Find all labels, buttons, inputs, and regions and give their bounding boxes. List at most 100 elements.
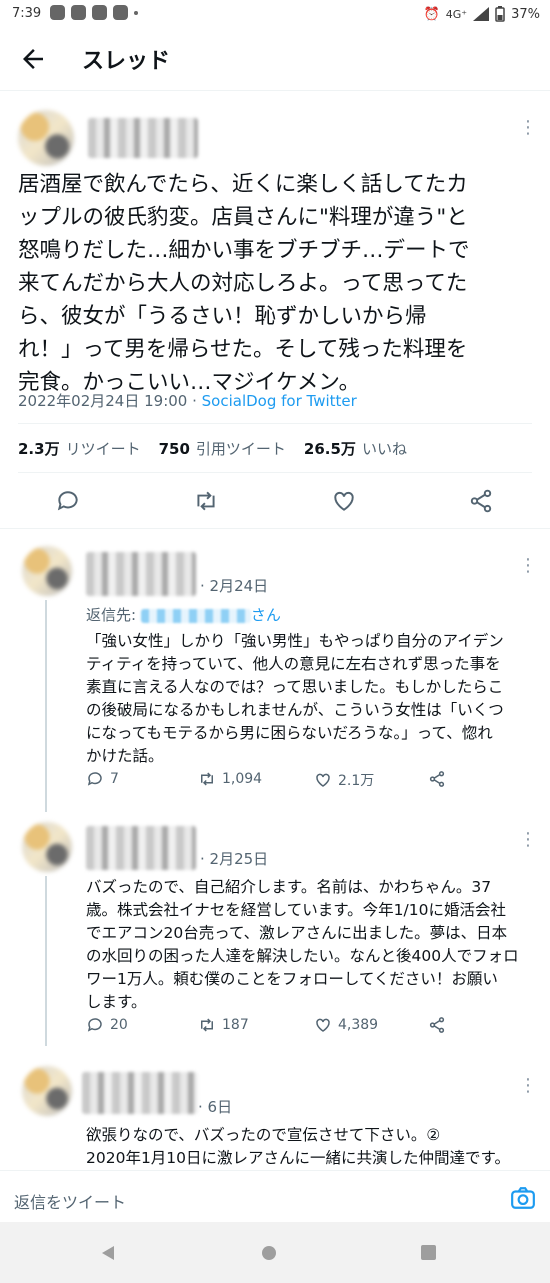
reply-to-label: 返信先: xyxy=(86,606,141,624)
reply-icon xyxy=(87,1018,102,1032)
retweet-icon[interactable] xyxy=(193,488,219,514)
like-icon[interactable] xyxy=(331,488,357,514)
reply-text: 欲張りなので、バズったので宣伝させて下さい。② 2020年1月10日に激レアさん… xyxy=(86,1124,510,1170)
quote-label: 引用ツイート xyxy=(195,440,286,458)
notification-icon xyxy=(71,5,86,20)
alarm-icon: ⏰ xyxy=(423,6,440,22)
thread-line xyxy=(45,876,47,1046)
nav-home-icon[interactable] xyxy=(261,1245,277,1261)
reply-avatar[interactable] xyxy=(22,546,72,596)
tweet-text: 居酒屋で飲んでたら、近くに楽しく話してたカ ップルの彼氏豹変。店員さんに"料理が… xyxy=(18,168,533,399)
reply-icon xyxy=(87,772,102,786)
notification-icon xyxy=(50,5,65,20)
page-title: スレッド xyxy=(82,49,171,74)
thread-line xyxy=(45,600,47,812)
gear-icon xyxy=(113,5,128,20)
status-time: 7:39 xyxy=(12,6,42,21)
tweet-text-line: ップルの彼氏豹変。店員さんに"料理が違う"と xyxy=(18,205,468,230)
tweet-text-line: 来てんだから大人の対応しろよ。って思ってた xyxy=(18,271,468,296)
divider xyxy=(0,528,550,529)
back-arrow-icon[interactable] xyxy=(18,44,48,74)
retweet-label: リツイート xyxy=(65,440,141,458)
reply-text-line: 「強い女性」しかり「強い男性」もやっぱり自分のアイデン xyxy=(86,632,504,650)
more-options-icon[interactable]: ⋮ xyxy=(518,118,538,138)
battery-level: 37% xyxy=(511,6,540,22)
like-button[interactable]: 4,389 xyxy=(314,1016,378,1034)
more-options-icon[interactable]: ⋮ xyxy=(518,1076,538,1096)
retweet-icon xyxy=(201,772,213,786)
more-options-icon[interactable]: ⋮ xyxy=(518,830,538,850)
retweet-icon xyxy=(201,1018,213,1032)
share-icon xyxy=(429,1017,445,1033)
reply-composer[interactable]: 返信をツイート xyxy=(0,1170,550,1223)
signal-icon xyxy=(473,7,490,21)
reply-input-placeholder[interactable]: 返信をツイート xyxy=(14,1189,126,1213)
tweet-meta: 2022年02月24日 19:00 · SocialDog for Twitte… xyxy=(18,390,357,411)
camera-icon[interactable] xyxy=(510,1185,536,1211)
reply-icon[interactable] xyxy=(55,488,81,514)
battery-icon xyxy=(495,6,505,22)
tweet-action-bar xyxy=(0,480,550,524)
nav-back-icon[interactable] xyxy=(100,1245,116,1261)
mention-suffix[interactable]: さん xyxy=(251,606,281,624)
retweet-button[interactable]: 1,094 xyxy=(198,770,262,788)
reply-text-line: 歳。株式会社イナセを経営しています。今年1/10に婚活会社 xyxy=(86,901,506,919)
retweet-count: 187 xyxy=(222,1017,249,1033)
tweet-timestamp[interactable]: 2022年02月24日 19:00 xyxy=(18,392,187,410)
tweet-stats: 2.3万 リツイート 750 引用ツイート 26.5万 いいね xyxy=(18,438,407,459)
reply-to: 返信先: さん xyxy=(86,604,281,625)
reply-count: 7 xyxy=(110,771,119,787)
reply-username-blurred[interactable] xyxy=(86,552,196,596)
reply-text-line: でエアコン20台売って、激レアさんに出ました。夢は、日本 xyxy=(86,924,508,942)
reply-username-blurred[interactable] xyxy=(86,826,196,870)
author-avatar[interactable] xyxy=(18,110,74,166)
share-button[interactable] xyxy=(428,1016,446,1034)
reply-date[interactable]: · 6日 xyxy=(198,1096,232,1117)
tweet-source-link[interactable]: SocialDog for Twitter xyxy=(202,392,357,410)
share-icon xyxy=(429,771,445,787)
reply-text-line: 2020年1月10日に激レアさんに一緒に共演した仲間達です。 xyxy=(86,1149,510,1167)
reply-text-line: の水回りの困った人達を解決したい。なんと後400人でフォロ xyxy=(86,947,519,965)
reply-count: 20 xyxy=(110,1017,128,1033)
share-button[interactable] xyxy=(428,770,446,788)
author-name-blurred[interactable] xyxy=(88,118,198,158)
tweet-text-line: れ！」って男を帰らせた。そして残った料理を xyxy=(18,337,468,362)
reply-text-line: バズったので、自己紹介します。名前は、かわちゃん。37 xyxy=(86,878,492,896)
retweet-count: 2.3万 xyxy=(18,440,60,458)
reply-action-bar: 20 187 4,389 xyxy=(86,1016,466,1038)
mention-blurred[interactable] xyxy=(140,608,251,623)
notification-icons xyxy=(50,5,138,20)
app-header: スレッド xyxy=(0,28,550,91)
reply-text-line: 欲張りなので、バズったので宣伝させて下さい。② xyxy=(86,1126,441,1144)
reply-button[interactable]: 7 xyxy=(86,770,119,788)
reply-text-line: 素直に言える人なのでは？って思いました。もしかしたらこ xyxy=(86,678,504,696)
reply-button[interactable]: 20 xyxy=(86,1016,128,1034)
system-indicators: ⏰ 4G⁺ 37% xyxy=(424,6,540,22)
system-nav-bar xyxy=(0,1222,550,1283)
reply-text-line: の後破局になるかもしれませんが、こういう女性は「いくつ xyxy=(86,701,504,719)
divider xyxy=(18,472,532,473)
reply-date[interactable]: · 2月25日 xyxy=(200,848,268,869)
more-options-icon[interactable]: ⋮ xyxy=(518,556,538,576)
like-button[interactable]: 2.1万 xyxy=(314,770,374,790)
status-bar: 7:39 ⏰ 4G⁺ 37% xyxy=(0,0,550,28)
nav-recents-icon[interactable] xyxy=(421,1245,436,1260)
reply-avatar[interactable] xyxy=(22,1066,72,1116)
reply-text-line: ティティを持っていて、他人の意見に左右されず思った事を xyxy=(86,655,501,673)
more-dot-icon xyxy=(134,11,138,15)
retweet-stat[interactable]: 2.3万 リツイート xyxy=(18,438,141,459)
reply-username-blurred[interactable] xyxy=(82,1072,198,1114)
retweet-button[interactable]: 187 xyxy=(198,1016,249,1034)
reply-date[interactable]: · 2月24日 xyxy=(200,575,268,596)
reply-action-bar: 7 1,094 2.1万 xyxy=(86,770,466,792)
quote-stat[interactable]: 750 引用ツイート xyxy=(159,438,286,459)
like-icon xyxy=(316,773,330,787)
tweet-text-line: 居酒屋で飲んでたら、近くに楽しく話してたカ xyxy=(18,172,468,197)
reply-avatar[interactable] xyxy=(22,822,72,872)
like-count: 2.1万 xyxy=(338,773,375,789)
like-stat[interactable]: 26.5万 いいね xyxy=(304,438,407,459)
share-icon[interactable] xyxy=(468,488,494,514)
reply-text-line: になってもモテるから男に困らないだろうな。」って、惚れ xyxy=(86,724,493,742)
tweet-text-line: 怒鳴りだした…細かい事をブチブチ…デートで xyxy=(18,238,470,263)
network-label: 4G⁺ xyxy=(445,7,468,21)
